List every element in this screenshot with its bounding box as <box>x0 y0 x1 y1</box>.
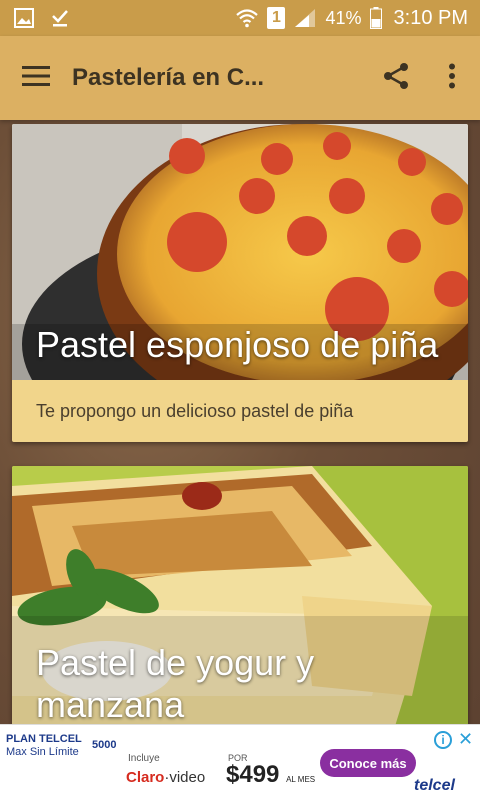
recipe-list[interactable]: Pastel esponjoso de piña Te propongo un … <box>0 120 480 724</box>
clock: 3:10 PM <box>393 6 468 29</box>
ad-info-icon[interactable]: i <box>434 731 452 749</box>
sim-badge-icon: 1 <box>267 7 286 29</box>
recipe-image: Pastel esponjoso de piña <box>12 124 468 380</box>
recipe-description: Te propongo un delicioso pastel de piña <box>36 400 354 421</box>
ad-close-icon[interactable]: ✕ <box>458 729 473 750</box>
recipe-title: Pastel esponjoso de piña <box>36 324 439 365</box>
app-title: Pastelería en C... <box>72 64 265 91</box>
download-done-icon <box>50 8 70 28</box>
ad-plan-label: PLAN TELCEL Max Sin Límite <box>6 733 82 758</box>
recipe-title: Pastel de yogur y manzana <box>36 642 315 724</box>
ad-claro-video: Claro·video <box>126 769 206 786</box>
share-icon <box>382 62 410 95</box>
image-notification-icon <box>14 8 34 28</box>
ad-price: $499 AL MES <box>226 761 316 788</box>
ad-amount: 5000 <box>92 739 117 751</box>
menu-button[interactable] <box>0 36 72 120</box>
ad-banner[interactable]: PLAN TELCEL Max Sin Límite 5000 Incluye … <box>0 724 480 801</box>
battery-percent: 41% <box>325 7 362 28</box>
recipe-card[interactable]: Pastel esponjoso de piña Te propongo un … <box>12 124 468 442</box>
battery-icon <box>369 7 382 29</box>
ad-brand-logo: telcel <box>414 777 455 794</box>
wifi-icon <box>235 8 259 28</box>
signal-icon <box>293 7 317 29</box>
recipe-card[interactable]: Pastel de yogur y manzana <box>12 466 468 724</box>
ad-cta-button[interactable]: Conoce más <box>320 749 416 777</box>
recipe-image: Pastel de yogur y manzana <box>12 466 468 724</box>
hamburger-menu-icon <box>22 65 50 92</box>
more-options-button[interactable] <box>424 36 480 120</box>
status-bar: 1 41% 3:10 PM <box>0 0 480 36</box>
app-bar: Pastelería en C... <box>0 36 480 120</box>
more-vert-icon <box>448 63 456 94</box>
share-button[interactable] <box>368 36 424 120</box>
ad-incluye: Incluye <box>128 753 160 764</box>
